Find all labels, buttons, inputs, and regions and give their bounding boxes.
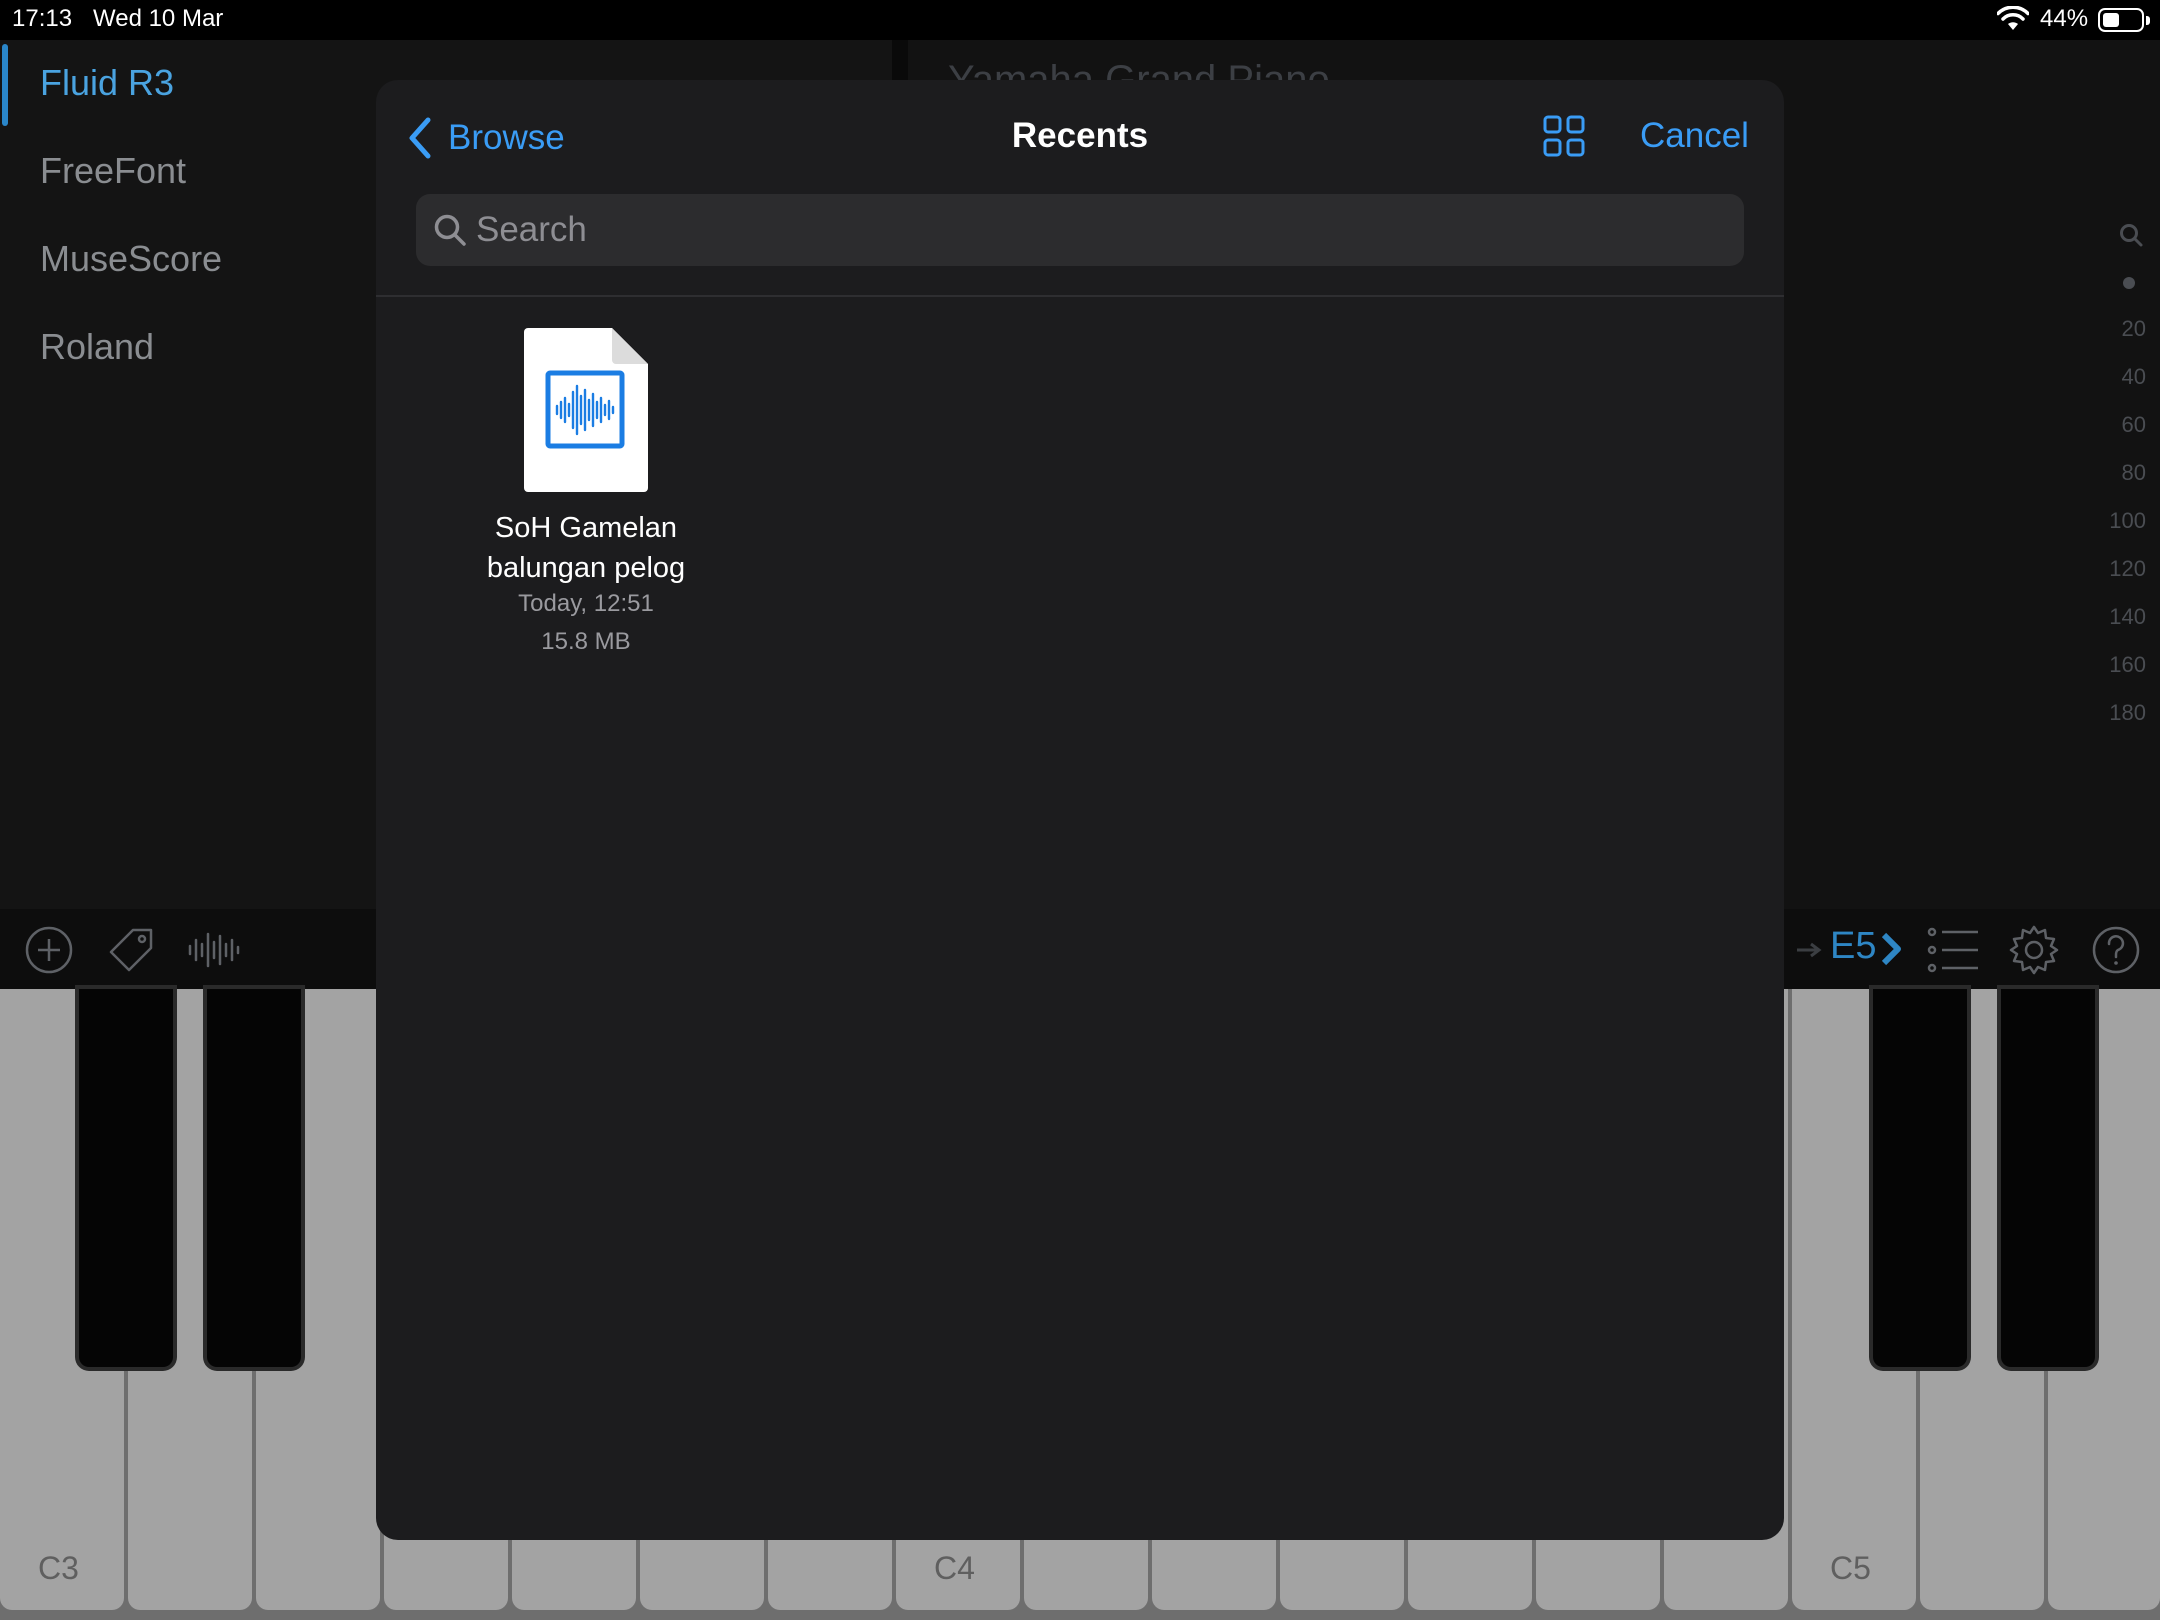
search-field[interactable] (416, 194, 1744, 266)
index-number[interactable]: 20 (2122, 316, 2146, 342)
waveform-icon[interactable] (185, 922, 241, 978)
index-number[interactable]: 180 (2109, 700, 2146, 726)
sidebar-item-freefont[interactable]: FreeFont (40, 150, 186, 192)
document-picker: Browse Recents Cancel SoH (376, 80, 1784, 1540)
index-dot[interactable] (2123, 277, 2135, 289)
add-icon[interactable] (21, 922, 77, 978)
battery-percent: 44% (2040, 5, 2089, 32)
wifi-icon (1997, 6, 2029, 30)
black-key[interactable] (2001, 989, 2095, 1367)
battery-icon (2098, 8, 2150, 32)
file-size: 15.8 MB (541, 628, 631, 655)
list-icon[interactable] (1926, 922, 1982, 978)
index-number[interactable]: 40 (2122, 364, 2146, 390)
key-label-c4: C4 (934, 1550, 975, 1586)
status-date: Wed 10 Mar (93, 5, 224, 32)
sidebar-item-roland[interactable]: Roland (40, 326, 154, 368)
arrow-right-icon (1797, 942, 1822, 958)
selection-indicator (2, 44, 8, 126)
black-key[interactable] (79, 989, 173, 1367)
index-number[interactable]: 100 (2109, 508, 2146, 534)
sidebar-item-musescore[interactable]: MuseScore (40, 238, 222, 280)
tag-icon[interactable] (103, 922, 159, 978)
grid-view-icon[interactable] (1542, 114, 1586, 158)
cancel-button[interactable]: Cancel (1640, 116, 1749, 156)
search-icon[interactable] (2118, 222, 2144, 248)
status-time: 17:13 (12, 5, 73, 32)
key-label-c3: C3 (38, 1550, 79, 1586)
file-date: Today, 12:51 (518, 590, 654, 617)
octave-up-icon[interactable] (1880, 932, 1904, 966)
search-icon (434, 214, 466, 246)
index-number[interactable]: 160 (2109, 652, 2146, 678)
index-number[interactable]: 60 (2122, 412, 2146, 438)
black-key[interactable] (207, 989, 301, 1367)
index-number[interactable]: 80 (2122, 460, 2146, 486)
note-label[interactable]: E5 (1830, 925, 1876, 968)
help-icon[interactable] (2088, 922, 2144, 978)
file-name: SoH Gamelan balungan pelog (486, 512, 686, 584)
audio-waveform-icon (524, 328, 648, 492)
search-input[interactable] (476, 194, 1726, 266)
sidebar-item-fluid-r3[interactable]: Fluid R3 (40, 62, 174, 104)
black-key[interactable] (1873, 989, 1967, 1367)
divider (376, 295, 1784, 297)
gear-icon[interactable] (2006, 922, 2062, 978)
key-label-c5: C5 (1830, 1550, 1871, 1586)
index-number[interactable]: 140 (2109, 604, 2146, 630)
status-bar: 17:13 Wed 10 Mar 44% (0, 0, 2160, 40)
index-number[interactable]: 120 (2109, 556, 2146, 582)
